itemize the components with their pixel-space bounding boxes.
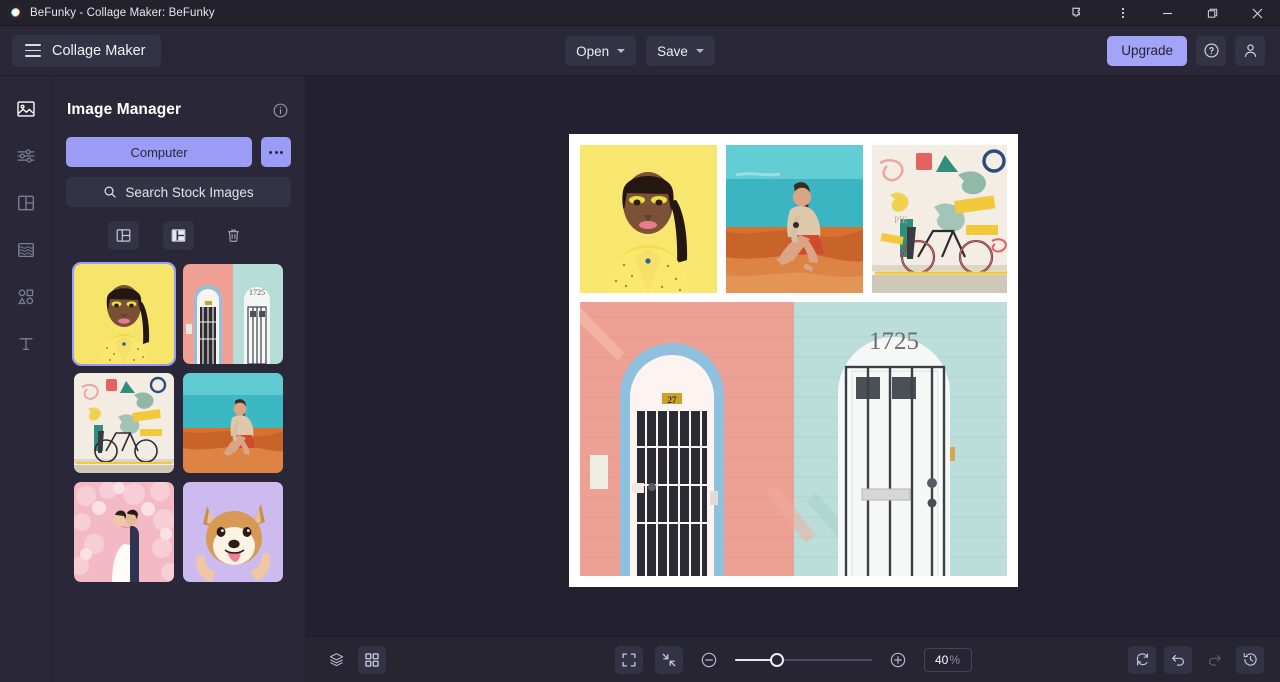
browser-title-bar: BeFunky - Collage Maker: BeFunky <box>0 0 1280 26</box>
save-button[interactable]: Save <box>646 36 715 66</box>
collage-cell-bicycle-mural[interactable]: PIE <box>871 145 1007 293</box>
zoom-out-icon[interactable] <box>695 646 723 674</box>
svg-text:1725: 1725 <box>249 288 265 297</box>
history-clock-icon[interactable] <box>1236 645 1264 674</box>
bottom-right-actions <box>1128 645 1264 674</box>
panel-title: Image Manager <box>67 101 182 118</box>
reset-rotate-icon[interactable] <box>1128 645 1156 674</box>
extensions-icon[interactable] <box>1055 0 1100 26</box>
svg-text:27: 27 <box>667 395 677 405</box>
rail-item-layouts[interactable] <box>9 188 43 218</box>
zoom-level-value: 40 <box>934 652 949 667</box>
undo-icon[interactable] <box>1164 645 1192 674</box>
layout-left-panel-icon[interactable] <box>108 221 139 250</box>
minimize-icon[interactable] <box>1145 0 1190 26</box>
search-stock-images-label: Search Stock Images <box>125 184 254 200</box>
save-button-label: Save <box>657 43 688 59</box>
header-right-actions: Upgrade <box>1107 35 1280 66</box>
open-button[interactable]: Open <box>565 36 637 66</box>
open-button-label: Open <box>576 43 610 59</box>
search-icon <box>104 186 116 198</box>
collage-cell-man-desert[interactable] <box>725 145 863 293</box>
collage-canvas[interactable]: PIE 27 1725 <box>568 134 1018 587</box>
close-icon[interactable] <box>1235 0 1280 26</box>
layout-filled-panel-icon[interactable] <box>163 221 194 250</box>
svg-text:PIE: PIE <box>894 215 908 225</box>
thumbnail-wedding-blossom[interactable] <box>74 482 174 582</box>
header-center-actions: Open Save <box>0 26 1280 76</box>
rail-item-textures[interactable] <box>9 235 43 265</box>
svg-text:1725: 1725 <box>869 328 919 355</box>
hamburger-icon <box>25 44 41 57</box>
rail-item-customize[interactable] <box>9 141 43 171</box>
more-options-icon[interactable] <box>261 137 291 167</box>
title-bar-left: BeFunky - Collage Maker: BeFunky <box>0 6 215 19</box>
tool-rail <box>0 76 52 682</box>
collage-cell-two-doors[interactable]: 27 1725 <box>579 302 1007 576</box>
befunky-logo-icon <box>9 6 22 19</box>
zoom-level-field[interactable]: 40 % <box>923 647 972 672</box>
computer-upload-button[interactable]: Computer <box>66 137 252 167</box>
thumbnail-two-doors[interactable]: 1725 <box>183 264 283 364</box>
bottom-left-actions <box>322 645 386 674</box>
chevron-down-icon <box>617 49 626 53</box>
image-source-row: Computer <box>64 137 293 167</box>
zoom-slider-handle[interactable] <box>769 652 784 667</box>
thumbnail-portrait-yellow[interactable] <box>72 262 176 366</box>
redo-icon[interactable] <box>1200 646 1228 674</box>
panel-header: Image Manager <box>64 76 293 124</box>
upgrade-button[interactable]: Upgrade <box>1107 35 1187 66</box>
bottom-toolbar: 40 % <box>306 636 1280 682</box>
zoom-in-icon[interactable] <box>884 646 912 674</box>
thumbnail-shiba-dog[interactable] <box>183 482 283 582</box>
thumbnail-grid: 1725 <box>64 262 293 582</box>
help-circle-icon[interactable] <box>1196 35 1226 66</box>
grid-view-icon[interactable] <box>358 645 386 674</box>
user-account-icon[interactable] <box>1235 35 1265 66</box>
workspace: Image Manager Computer Search Stock Imag… <box>0 76 1280 682</box>
zoom-slider[interactable] <box>734 652 872 667</box>
zoom-level-unit: % <box>949 652 961 667</box>
image-manager-panel: Image Manager Computer Search Stock Imag… <box>52 76 306 682</box>
info-circle-icon[interactable] <box>272 102 289 119</box>
app-mode-label: Collage Maker <box>52 42 146 59</box>
rail-item-image-manager[interactable] <box>9 94 43 124</box>
search-stock-images-button[interactable]: Search Stock Images <box>66 177 291 207</box>
canvas-area[interactable]: PIE 27 1725 <box>306 76 1280 682</box>
fit-to-screen-icon[interactable] <box>614 645 643 674</box>
shrink-to-fit-icon[interactable] <box>654 645 683 674</box>
app-header: Collage Maker Open Save Upgrade <box>0 26 1280 76</box>
rail-item-text[interactable] <box>9 329 43 359</box>
panel-tool-row <box>64 221 293 250</box>
collage-cell-portrait[interactable] <box>579 145 717 293</box>
collage-top-row: PIE <box>579 145 1007 293</box>
rail-item-graphics[interactable] <box>9 282 43 312</box>
layers-icon[interactable] <box>322 646 350 674</box>
thumbnail-bicycle-mural[interactable] <box>74 373 174 473</box>
trash-icon[interactable] <box>218 221 249 250</box>
maximize-icon[interactable] <box>1190 0 1235 26</box>
window-title: BeFunky - Collage Maker: BeFunky <box>30 6 215 19</box>
thumbnail-man-desert[interactable] <box>183 373 283 473</box>
main-menu-button[interactable]: Collage Maker <box>12 34 161 67</box>
window-controls <box>1055 0 1280 26</box>
chevron-down-icon <box>695 49 704 53</box>
browser-menu-icon[interactable] <box>1100 0 1145 26</box>
